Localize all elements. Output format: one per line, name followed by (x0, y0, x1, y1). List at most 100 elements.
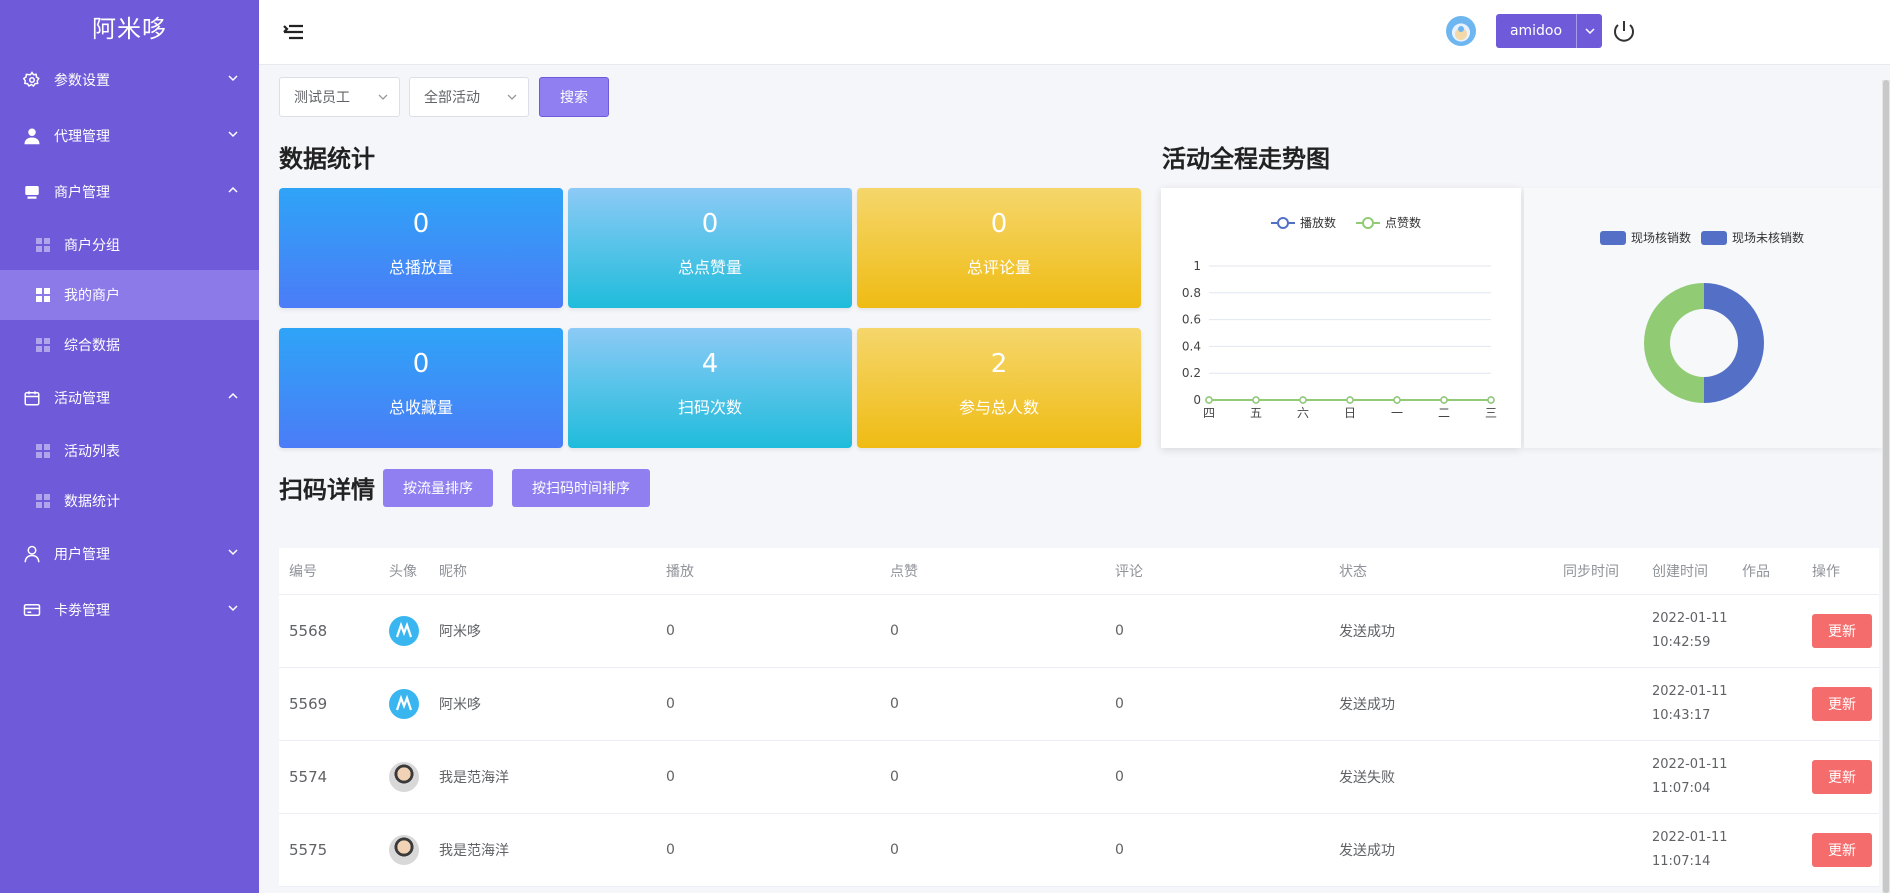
row-comment: 0 (1115, 769, 1124, 785)
sidebar-item-data-stats[interactable]: 数据统计 (0, 476, 259, 526)
data-point (1487, 396, 1495, 404)
legend-label: 点赞数 (1385, 215, 1421, 230)
stat-value: 0 (412, 209, 430, 239)
menu-label: 用户管理 (54, 547, 110, 563)
row-status: 发送成功 (1339, 697, 1395, 713)
row-nickname: 阿米哆 (439, 624, 481, 640)
legend-marker (1277, 217, 1289, 229)
data-point (1205, 396, 1213, 404)
legend-swatch (1600, 231, 1626, 245)
col-play: 播放 (666, 564, 694, 580)
x-tick-label: 一 (1391, 406, 1403, 420)
row-play: 0 (666, 769, 675, 785)
menu-activity-management[interactable]: 活动管理 (0, 370, 259, 426)
row-date: 2022-01-11 (1652, 611, 1728, 626)
grid-icon (36, 444, 50, 458)
menu-params-settings[interactable]: 参数设置 (0, 52, 259, 108)
legend-item: 播放数 (1271, 215, 1336, 230)
sub-label: 我的商户 (64, 288, 120, 304)
menu-agent-management[interactable]: 代理管理 (0, 108, 259, 164)
row-status: 发送成功 (1339, 843, 1395, 859)
face-avatar (389, 835, 419, 865)
employee-select-value: 测试员工 (294, 90, 350, 106)
power-icon[interactable] (1610, 18, 1638, 46)
grid-icon (36, 494, 50, 508)
stats-title: 数据统计 (279, 145, 375, 173)
update-button[interactable]: 更新 (1812, 833, 1872, 867)
y-tick-label: 0.4 (1182, 339, 1201, 353)
legend-item: 点赞数 (1356, 215, 1421, 230)
row-status: 发送成功 (1339, 624, 1395, 640)
stat-label: 总评论量 (966, 258, 1031, 277)
update-button[interactable]: 更新 (1812, 760, 1872, 794)
y-tick-label: 0 (1193, 393, 1201, 407)
row-like: 0 (890, 769, 899, 785)
scrollbar-thumb[interactable] (1883, 80, 1889, 893)
sidebar-item-merchant-group[interactable]: 商户分组 (0, 220, 259, 270)
col-avatar: 头像 (389, 564, 417, 580)
chevron-down-icon (506, 91, 518, 107)
sort-by-scan-time-button[interactable]: 按扫码时间排序 (512, 469, 650, 507)
menu-coupon-management[interactable]: 卡劵管理 (0, 582, 259, 638)
row-play: 0 (666, 623, 675, 639)
brand-logo: 阿米哆 (92, 14, 167, 43)
update-button[interactable]: 更新 (1812, 614, 1872, 648)
activity-select[interactable]: 全部活动 (409, 77, 529, 117)
trend-line-chart: 播放数 点赞数 1 0.8 0.6 0.4 0.2 0四 五 六 日 一 二 三 (1182, 215, 1497, 420)
scan-title: 扫码详情 (279, 476, 375, 504)
row-id: 5568 (289, 622, 328, 640)
col-actions: 操作 (1812, 564, 1840, 580)
menu-toggle-icon[interactable] (281, 20, 305, 44)
chevron-down-icon (1576, 14, 1602, 48)
legend-swatch (1701, 231, 1727, 245)
sidebar-item-activity-list[interactable]: 活动列表 (0, 426, 259, 476)
search-button[interactable]: 搜索 (539, 77, 609, 117)
chevron-down-icon (227, 602, 239, 618)
donut-slice (1644, 283, 1704, 403)
x-tick-label: 四 (1203, 406, 1215, 420)
user-outline-icon (22, 544, 42, 564)
sub-label: 商户分组 (64, 238, 120, 254)
menu-merchant-management[interactable]: 商户管理 (0, 164, 259, 220)
stat-value: 2 (990, 349, 1008, 379)
sort-by-traffic-button[interactable]: 按流量排序 (383, 469, 493, 507)
stat-card-favorites: 0 总收藏量 (279, 328, 563, 448)
data-point (1346, 396, 1354, 404)
legend-marker (1362, 217, 1374, 229)
row-id: 5575 (289, 841, 328, 859)
row-status: 发送失败 (1339, 770, 1395, 786)
menu-user-management[interactable]: 用户管理 (0, 526, 259, 582)
row-id: 5569 (289, 695, 328, 713)
sidebar-item-my-merchant[interactable]: 我的商户 (0, 270, 259, 320)
row-comment: 0 (1115, 623, 1124, 639)
x-tick-label: 六 (1297, 406, 1309, 420)
row-time: 10:43:17 (1652, 708, 1711, 723)
x-tick-label: 二 (1438, 406, 1450, 420)
stat-value: 0 (701, 209, 719, 239)
menu-label: 商户管理 (54, 185, 110, 201)
legend-item: 现场核销数 (1600, 230, 1691, 245)
employee-select[interactable]: 测试员工 (279, 77, 400, 117)
user-dropdown-button[interactable]: amidoo (1496, 14, 1602, 48)
update-button[interactable]: 更新 (1812, 687, 1872, 721)
page-scrollbar[interactable] (1882, 80, 1890, 893)
user-avatar[interactable] (1446, 16, 1476, 46)
sidebar-item-comprehensive-data[interactable]: 综合数据 (0, 320, 259, 370)
stat-label: 总点赞量 (677, 258, 742, 277)
sub-label: 活动列表 (64, 444, 120, 460)
stat-value: 4 (701, 349, 719, 379)
row-nickname: 阿米哆 (439, 697, 481, 713)
row-play: 0 (666, 696, 675, 712)
stat-card-plays: 0 总播放量 (279, 188, 563, 308)
grid-icon (36, 288, 50, 302)
stat-card-scans: 4 扫码次数 (568, 328, 852, 448)
row-id: 5574 (289, 768, 328, 786)
gear-icon (22, 70, 42, 90)
y-tick-label: 1 (1193, 259, 1201, 273)
sub-label: 数据统计 (64, 494, 120, 510)
stat-label: 扫码次数 (677, 398, 742, 417)
col-comment: 评论 (1115, 564, 1143, 580)
col-like: 点赞 (890, 564, 918, 580)
user-icon (22, 126, 42, 146)
col-status: 状态 (1339, 564, 1367, 580)
